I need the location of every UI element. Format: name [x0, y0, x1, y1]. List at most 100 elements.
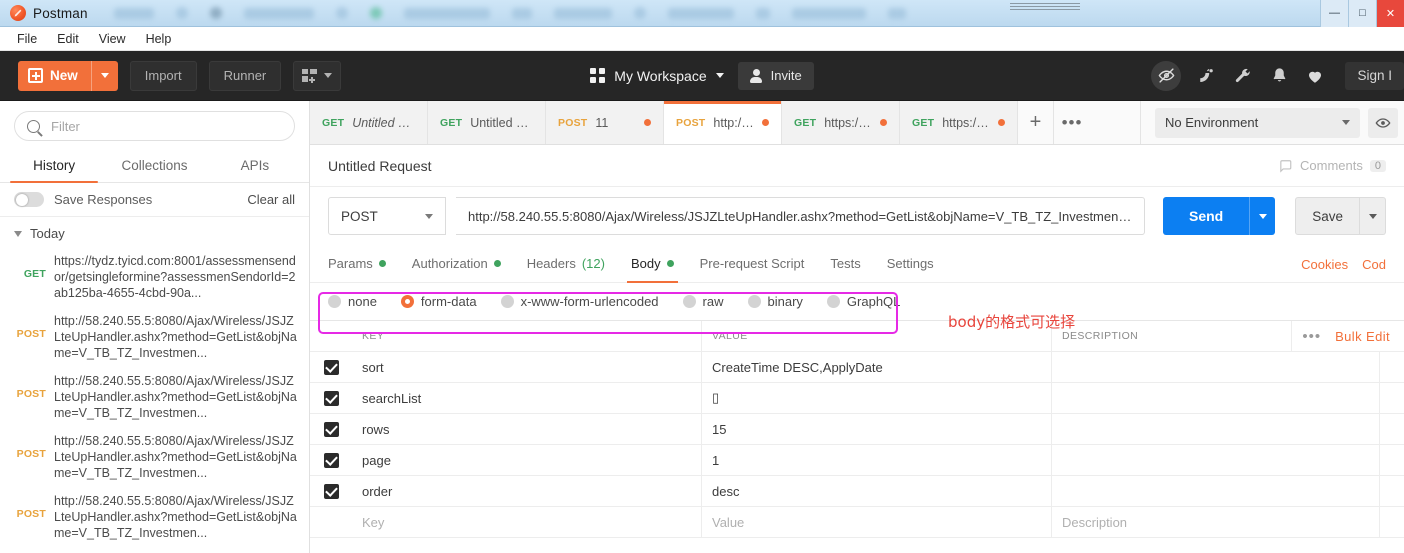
body-type-binary[interactable]: binary: [747, 294, 803, 309]
list-item[interactable]: POST http://58.240.55.5:8080/Ajax/Wirele…: [0, 367, 309, 427]
invite-button[interactable]: Invite: [737, 61, 814, 90]
new-row-value-input[interactable]: Value: [702, 507, 1052, 537]
save-responses-toggle[interactable]: [14, 192, 44, 207]
workspace-selector[interactable]: My Workspace: [590, 68, 724, 84]
request-tab[interactable]: GET Untitled Re...: [428, 101, 546, 144]
save-dropdown-caret[interactable]: [1360, 197, 1386, 235]
request-tab[interactable]: GET Untitled Re...: [310, 101, 428, 144]
row-value[interactable]: ▯: [702, 383, 1052, 413]
bell-icon[interactable]: [1269, 66, 1289, 86]
sidebar-tab-collections[interactable]: Collections: [104, 149, 204, 182]
new-tab-button[interactable]: +: [1018, 101, 1054, 144]
import-button[interactable]: Import: [129, 60, 197, 91]
row-key[interactable]: rows: [352, 414, 702, 444]
list-item[interactable]: POST http://58.240.55.5:8080/Ajax/Wirele…: [0, 427, 309, 487]
menu-file[interactable]: File: [8, 30, 46, 48]
row-description[interactable]: [1052, 414, 1380, 444]
row-checkbox[interactable]: [323, 359, 339, 375]
window-drag-handle[interactable]: [1010, 3, 1080, 12]
environment-selector[interactable]: No Environment: [1155, 107, 1360, 138]
environment-quicklook-icon[interactable]: [1368, 107, 1398, 138]
body-type-raw[interactable]: raw: [682, 294, 724, 309]
history-list[interactable]: GET https://tydz.tyicd.com:8001/assessme…: [0, 247, 309, 553]
method-select[interactable]: POST: [328, 197, 446, 235]
request-tab[interactable]: POST 11: [546, 101, 664, 144]
row-checkbox[interactable]: [323, 421, 339, 437]
comments-button[interactable]: Comments 0: [1278, 158, 1386, 173]
table-row[interactable]: page 1: [310, 445, 1404, 476]
body-type-none[interactable]: none: [328, 294, 377, 309]
table-row[interactable]: searchList ▯: [310, 383, 1404, 414]
bulk-edit-link[interactable]: Bulk Edit: [1335, 329, 1390, 344]
new-row-key-input[interactable]: Key: [352, 507, 702, 537]
menu-edit[interactable]: Edit: [48, 30, 88, 48]
tab-params[interactable]: Params: [328, 247, 386, 282]
tab-authorization[interactable]: Authorization: [412, 247, 501, 282]
row-checkbox[interactable]: [323, 483, 339, 499]
cookies-link[interactable]: Cookies: [1301, 257, 1348, 272]
row-checkbox[interactable]: [323, 390, 339, 406]
row-checkbox[interactable]: [323, 452, 339, 468]
request-tab-active[interactable]: POST http://58.2...: [664, 101, 782, 144]
row-description[interactable]: [1052, 476, 1380, 506]
maximize-button[interactable]: □: [1348, 0, 1376, 27]
row-value[interactable]: desc: [702, 476, 1052, 506]
filter-box[interactable]: [14, 111, 295, 141]
request-tab[interactable]: GET https://tool...: [782, 101, 900, 144]
satellite-icon[interactable]: [1197, 66, 1217, 86]
wrench-icon[interactable]: [1233, 66, 1253, 86]
row-value[interactable]: 15: [702, 414, 1052, 444]
tab-settings[interactable]: Settings: [887, 247, 934, 282]
tab-prerequest-script[interactable]: Pre-request Script: [700, 247, 805, 282]
list-item[interactable]: POST http://58.240.55.5:8080/Ajax/Wirele…: [0, 307, 309, 367]
row-key[interactable]: order: [352, 476, 702, 506]
tab-body[interactable]: Body: [626, 247, 678, 283]
row-value[interactable]: 1: [702, 445, 1052, 475]
list-item[interactable]: GET https://tydz.tyicd.com:8001/assessme…: [0, 247, 309, 307]
tab-method: GET: [440, 116, 463, 129]
save-button[interactable]: Save: [1295, 197, 1360, 235]
row-description[interactable]: [1052, 445, 1380, 475]
menu-view[interactable]: View: [90, 30, 135, 48]
runner-button[interactable]: Runner: [208, 60, 282, 91]
row-value[interactable]: CreateTime DESC,ApplyDate: [702, 352, 1052, 382]
request-tab[interactable]: GET https://tydz...: [900, 101, 1018, 144]
row-key[interactable]: page: [352, 445, 702, 475]
sidebar-tab-apis[interactable]: APIs: [205, 149, 305, 182]
filter-input[interactable]: [49, 117, 282, 135]
eye-off-icon[interactable]: [1151, 60, 1182, 91]
close-button[interactable]: ✕: [1376, 0, 1404, 27]
new-button[interactable]: New: [18, 60, 118, 91]
heart-icon[interactable]: [1305, 66, 1325, 86]
body-type-urlencoded[interactable]: x-www-form-urlencoded: [500, 294, 659, 309]
list-item[interactable]: POST http://58.240.55.5:8080/Ajax/Wirele…: [0, 487, 309, 547]
row-description[interactable]: [1052, 383, 1380, 413]
table-row[interactable]: order desc: [310, 476, 1404, 507]
tab-options-button[interactable]: •••: [1054, 101, 1090, 144]
clear-all-button[interactable]: Clear all: [247, 192, 295, 207]
table-options-icon[interactable]: •••: [1302, 328, 1321, 345]
sidebar-tab-history[interactable]: History: [4, 149, 104, 183]
title-bar: Postman — □ ✕: [0, 0, 1404, 27]
body-type-form-data[interactable]: form-data: [400, 294, 477, 309]
code-link[interactable]: Cod: [1362, 257, 1386, 272]
send-button[interactable]: Send: [1162, 197, 1250, 235]
history-group-today[interactable]: Today: [0, 217, 309, 247]
table-row[interactable]: sort CreateTime DESC,ApplyDate: [310, 352, 1404, 383]
menu-help[interactable]: Help: [137, 30, 181, 48]
row-key[interactable]: searchList: [352, 383, 702, 413]
new-dropdown-caret[interactable]: [90, 60, 118, 91]
minimize-button[interactable]: —: [1320, 0, 1348, 27]
table-row-new[interactable]: Key Value Description: [310, 507, 1404, 538]
row-description[interactable]: [1052, 352, 1380, 382]
sign-in-button[interactable]: Sign I: [1345, 61, 1404, 90]
body-type-graphql[interactable]: GraphQL: [826, 294, 900, 309]
tab-headers[interactable]: Headers (12): [527, 247, 605, 282]
url-input[interactable]: http://58.240.55.5:8080/Ajax/Wireless/JS…: [456, 197, 1145, 235]
send-dropdown-caret[interactable]: [1249, 197, 1276, 235]
row-key[interactable]: sort: [352, 352, 702, 382]
tab-tests[interactable]: Tests: [830, 247, 860, 282]
new-row-description-input[interactable]: Description: [1052, 507, 1380, 537]
table-row[interactable]: rows 15: [310, 414, 1404, 445]
new-collection-button[interactable]: [293, 60, 342, 91]
